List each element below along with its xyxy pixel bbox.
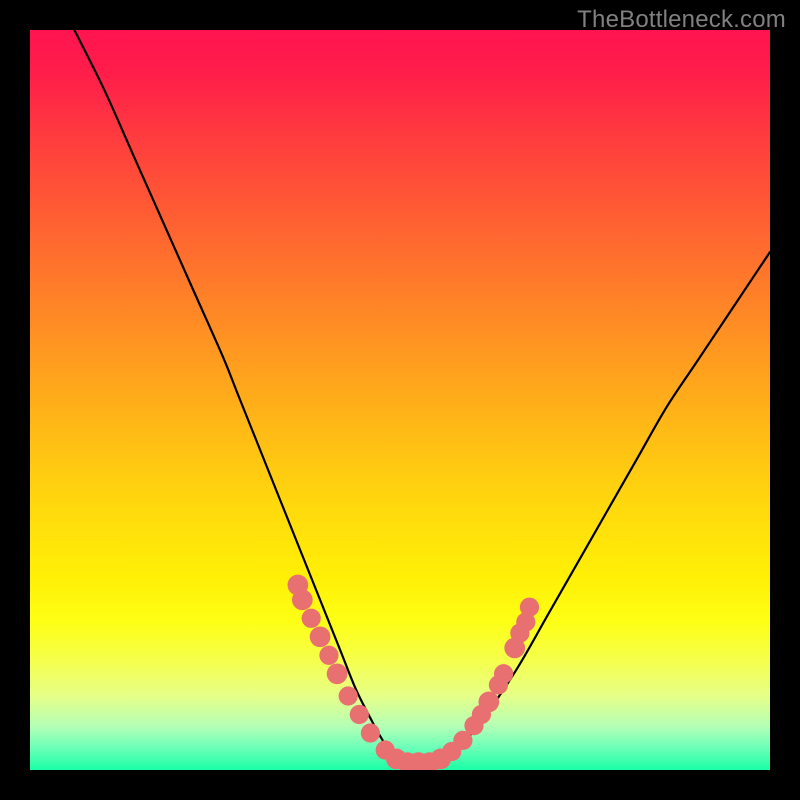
data-point [520,598,539,617]
data-point [478,692,499,713]
watermark-text: TheBottleneck.com [577,6,786,34]
plot-area [30,30,770,770]
data-point [302,609,321,628]
data-point [310,626,331,647]
marker-group [288,575,540,770]
chart-svg [30,30,770,770]
data-point [319,646,338,665]
data-point [350,705,369,724]
data-point [292,589,313,610]
data-point [361,723,380,742]
data-point [327,663,348,684]
bottleneck-curve [74,30,770,767]
data-point [494,664,513,683]
data-point [339,686,358,705]
chart-frame: TheBottleneck.com [0,0,800,800]
